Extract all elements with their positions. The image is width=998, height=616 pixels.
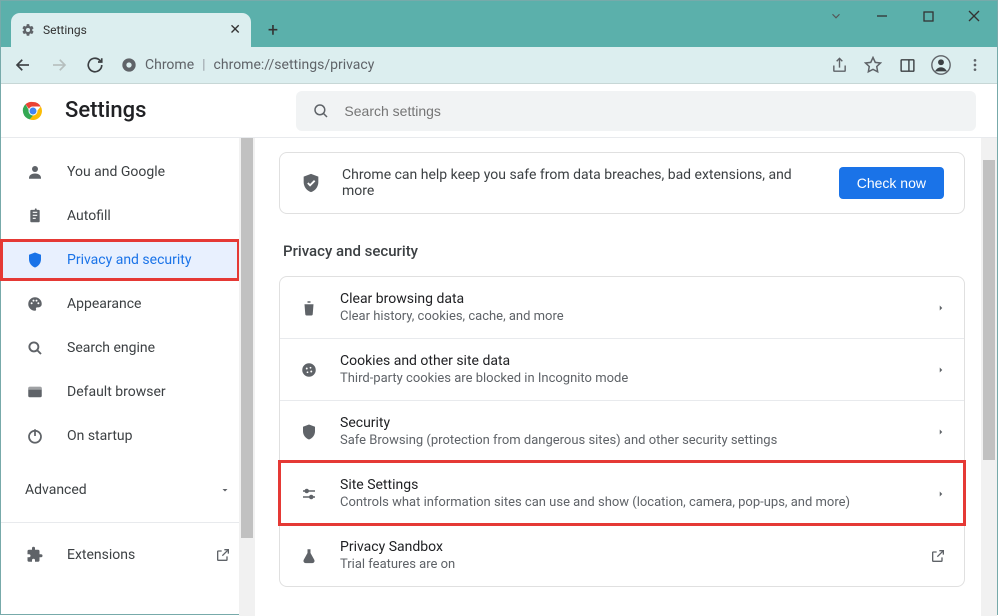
row-title: Clear browsing data (340, 291, 916, 307)
sidebar-item-search-engine[interactable]: Search engine (1, 328, 239, 368)
open-external-icon (930, 548, 946, 564)
address-bar: Chrome | chrome://settings/privacy (1, 47, 997, 84)
row-site-settings[interactable]: Site Settings Controls what information … (280, 462, 964, 524)
search-icon (312, 102, 330, 120)
main-content: Chrome can help keep you safe from data … (255, 138, 997, 616)
trash-icon (298, 299, 320, 317)
sidebar-item-extensions[interactable]: Extensions (1, 531, 255, 579)
sidebar-item-autofill[interactable]: Autofill (1, 196, 239, 236)
row-title: Site Settings (340, 477, 916, 493)
close-window-button[interactable] (951, 1, 997, 31)
open-external-icon[interactable] (215, 547, 231, 563)
privacy-settings-list: Clear browsing data Clear history, cooki… (279, 276, 965, 587)
clipboard-icon (25, 207, 45, 225)
row-privacy-sandbox[interactable]: Privacy Sandbox Trial features are on (280, 524, 964, 586)
row-subtitle: Third-party cookies are blocked in Incog… (340, 371, 916, 386)
person-icon (25, 163, 45, 181)
sidebar-item-label: Extensions (67, 547, 135, 563)
profile-icon[interactable] (925, 49, 957, 81)
safety-check-card: Chrome can help keep you safe from data … (279, 152, 965, 214)
row-subtitle: Controls what information sites can use … (340, 495, 916, 510)
main-scrollbar[interactable] (981, 138, 997, 616)
gear-icon (21, 23, 35, 37)
sidebar-advanced-toggle[interactable]: Advanced (1, 466, 255, 514)
shield-icon (25, 251, 45, 269)
url-text: chrome://settings/privacy (214, 57, 375, 73)
bookmark-star-icon[interactable] (857, 49, 889, 81)
shield-icon (298, 423, 320, 441)
sidebar-item-label: Privacy and security (67, 252, 191, 268)
sidebar-item-label: Autofill (67, 208, 111, 224)
sidebar-scrollbar[interactable] (239, 138, 255, 616)
chevron-right-icon (936, 365, 946, 375)
browser-icon (25, 383, 45, 401)
flask-icon (298, 547, 320, 565)
chevron-down-icon (219, 484, 231, 496)
palette-icon (25, 295, 45, 313)
sidebar-divider (1, 522, 255, 523)
close-tab-icon[interactable]: ✕ (229, 22, 241, 38)
row-cookies[interactable]: Cookies and other site data Third-party … (280, 338, 964, 400)
row-clear-browsing-data[interactable]: Clear browsing data Clear history, cooki… (280, 277, 964, 338)
row-security[interactable]: Security Safe Browsing (protection from … (280, 400, 964, 462)
window-controls (813, 1, 997, 31)
sidebar-item-privacy-and-security[interactable]: Privacy and security (1, 240, 239, 280)
scrollbar-thumb[interactable] (241, 138, 253, 538)
sidebar-item-on-startup[interactable]: On startup (1, 416, 239, 456)
sliders-icon (298, 485, 320, 503)
page-title: Settings (65, 98, 146, 123)
search-settings[interactable] (296, 91, 976, 131)
sidebar-item-label: Search engine (67, 340, 155, 356)
sidebar: You and Google Autofill Privacy and secu… (1, 138, 255, 616)
window-titlebar: Settings ✕ + (1, 1, 997, 47)
sidebar-item-label: On startup (67, 428, 133, 444)
chevron-right-icon (936, 489, 946, 499)
url-separator: | (202, 57, 205, 73)
chrome-icon (121, 57, 137, 73)
chevron-right-icon (936, 303, 946, 313)
sidebar-item-you-and-google[interactable]: You and Google (1, 152, 239, 192)
row-subtitle: Safe Browsing (protection from dangerous… (340, 433, 916, 448)
maximize-button[interactable] (905, 1, 951, 31)
browser-tab[interactable]: Settings ✕ (11, 13, 251, 47)
settings-header: Settings (1, 84, 997, 138)
chevron-down-icon[interactable] (813, 1, 859, 31)
url-prefix: Chrome (145, 57, 194, 73)
search-input[interactable] (344, 103, 960, 119)
scrollbar-thumb[interactable] (983, 160, 995, 460)
row-subtitle: Clear history, cookies, cache, and more (340, 309, 916, 324)
row-title: Privacy Sandbox (340, 539, 910, 555)
sidebar-item-label: You and Google (67, 164, 165, 180)
safety-message: Chrome can help keep you safe from data … (342, 167, 819, 199)
section-title: Privacy and security (283, 242, 965, 260)
shield-check-icon (300, 172, 322, 194)
tab-title: Settings (43, 23, 87, 37)
row-title: Cookies and other site data (340, 353, 916, 369)
sidebar-item-appearance[interactable]: Appearance (1, 284, 239, 324)
search-icon (25, 339, 45, 357)
url-display[interactable]: Chrome | chrome://settings/privacy (115, 57, 819, 73)
reload-button[interactable] (79, 49, 111, 81)
row-title: Security (340, 415, 916, 431)
puzzle-icon (25, 546, 45, 564)
new-tab-button[interactable]: + (259, 16, 287, 44)
cookie-icon (298, 361, 320, 379)
kebab-menu-icon[interactable] (959, 49, 991, 81)
minimize-button[interactable] (859, 1, 905, 31)
share-icon[interactable] (823, 49, 855, 81)
advanced-label: Advanced (25, 482, 87, 498)
sidebar-item-label: Appearance (67, 296, 141, 312)
row-subtitle: Trial features are on (340, 557, 910, 572)
chrome-logo-icon (21, 99, 45, 123)
check-now-button[interactable]: Check now (839, 167, 944, 199)
back-button[interactable] (7, 49, 39, 81)
sidepanel-icon[interactable] (891, 49, 923, 81)
power-icon (25, 427, 45, 445)
forward-button[interactable] (43, 49, 75, 81)
chevron-right-icon (936, 427, 946, 437)
sidebar-item-default-browser[interactable]: Default browser (1, 372, 239, 412)
sidebar-item-label: Default browser (67, 384, 166, 400)
